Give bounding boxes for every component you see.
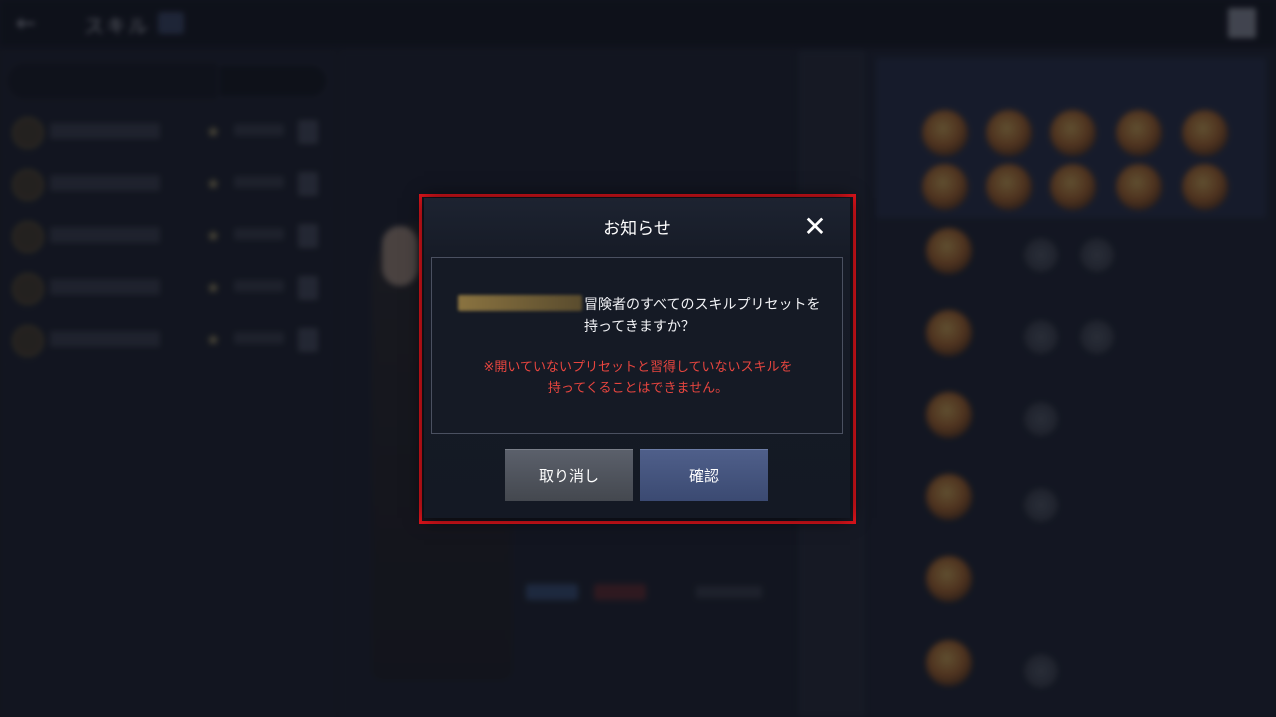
cancel-button[interactable]: 取り消し bbox=[505, 449, 633, 501]
dialog-message-box: 冒険者のすべてのスキルプリセットを 持ってきますか？ ※開いていないプリセットと… bbox=[431, 257, 843, 434]
confirm-button[interactable]: 確認 bbox=[640, 449, 768, 501]
close-icon[interactable]: ✕ bbox=[800, 212, 830, 242]
adventurer-name-tag bbox=[458, 295, 582, 311]
notice-dialog: お知らせ ✕ 冒険者のすべてのスキルプリセットを 持ってきますか？ ※開いていな… bbox=[424, 198, 850, 518]
message-line-2: 持ってきますか？ bbox=[584, 319, 695, 335]
dialog-title: お知らせ bbox=[603, 219, 671, 239]
warning-line-2: 持ってくることはできません。 bbox=[547, 381, 729, 396]
message-line-1: 冒険者のすべてのスキルプリセットを bbox=[584, 297, 821, 313]
warning-line-1: ※開いていないプリセットと習得していないスキルを bbox=[483, 360, 793, 375]
